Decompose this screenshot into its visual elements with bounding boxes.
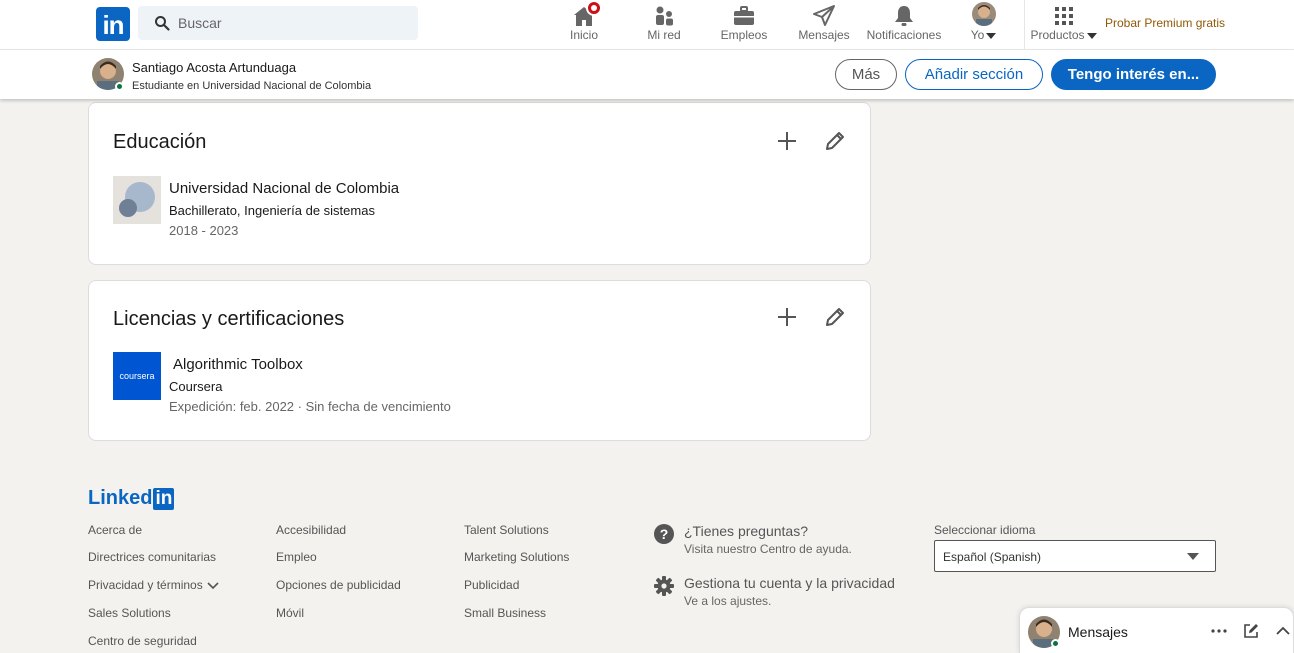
language-select[interactable]: Español (Spanish) (934, 540, 1216, 572)
footer-link-privacy[interactable]: Privacidad y términos (88, 578, 219, 592)
more-button[interactable]: Más (835, 59, 897, 90)
send-icon (813, 5, 835, 26)
messaging-label: Mensajes (1068, 624, 1128, 640)
compose-icon[interactable] (1242, 622, 1260, 640)
avatar-image (972, 2, 996, 26)
coursera-logo[interactable]: coursera (113, 352, 161, 400)
nav-jobs[interactable]: Empleos (714, 0, 774, 50)
nav-network-label: Mi red (647, 28, 681, 42)
chevron-up-icon[interactable] (1274, 622, 1292, 640)
footer-link-marketing[interactable]: Marketing Solutions (464, 550, 569, 564)
footer-link-privacy-text: Privacidad y términos (88, 578, 203, 592)
chevron-down-icon (207, 582, 219, 589)
certificate-name[interactable]: Algorithmic Toolbox (173, 356, 303, 373)
add-icon[interactable] (774, 304, 800, 330)
open-to-button[interactable]: Tengo interés en... (1051, 59, 1216, 90)
briefcase-icon (734, 6, 754, 25)
nav-messages[interactable]: Mensajes (794, 0, 854, 50)
gear-icon (654, 576, 674, 596)
nav-notifications-label: Notificaciones (866, 28, 942, 42)
footer-logo-box: in (153, 488, 175, 510)
edit-pencil-icon[interactable] (822, 128, 848, 154)
top-nav: in Inicio Mi red Empleos (0, 0, 1294, 50)
footer-account-title: Gestiona tu cuenta y la privacidad (684, 575, 895, 591)
search-input[interactable] (178, 6, 408, 40)
profile-name: Santiago Acosta Artunduaga (132, 60, 297, 75)
nav-me[interactable]: Yo (962, 0, 1006, 50)
more-options-icon[interactable] (1210, 622, 1228, 640)
footer-link-advertising[interactable]: Publicidad (464, 578, 519, 592)
nav-notifications[interactable]: Notificaciones (864, 0, 944, 50)
add-section-button[interactable]: Añadir sección (905, 59, 1043, 90)
search-icon (155, 16, 170, 31)
question-circle-icon: ? (654, 524, 674, 544)
education-title: Educación (113, 131, 207, 153)
footer-linkedin-logo[interactable]: Linked in (88, 487, 175, 511)
premium-link[interactable]: Probar Premium gratis (1105, 16, 1225, 30)
grid-icon (1055, 7, 1073, 25)
nav-home[interactable]: Inicio (554, 0, 614, 50)
footer-link-careers[interactable]: Empleo (276, 550, 317, 564)
svg-text:?: ? (660, 526, 669, 542)
nav-products-text: Productos (1030, 28, 1085, 42)
certificate-meta: Expedición: feb. 2022 · Sin fecha de ven… (169, 399, 451, 414)
language-label: Seleccionar idioma (934, 523, 1036, 537)
footer-link-talent[interactable]: Talent Solutions (464, 523, 549, 537)
online-status-dot (1051, 639, 1060, 648)
footer-link-about[interactable]: Acerca de (88, 523, 142, 537)
nav-products[interactable]: Productos (1028, 0, 1100, 50)
profile-sticky-bar: Santiago Acosta Artunduaga Estudiante en… (0, 50, 1294, 99)
nav-home-label: Inicio (569, 28, 598, 42)
caret-down-icon (1086, 32, 1097, 39)
school-logo[interactable] (113, 176, 161, 224)
messaging-bar[interactable]: Mensajes (1019, 607, 1294, 653)
nav-me-text: Yo (970, 28, 985, 42)
licenses-title: Licencias y certificaciones (113, 308, 345, 330)
school-name[interactable]: Universidad Nacional de Colombia (169, 180, 399, 197)
footer-link-guidelines[interactable]: Directrices comunitarias (88, 550, 216, 564)
nav-me-label: Yo (962, 28, 1006, 42)
footer-help-title: ¿Tienes preguntas? (684, 523, 808, 539)
education-dates: 2018 - 2023 (169, 223, 239, 238)
certificate-issuer: Coursera (169, 379, 223, 394)
profile-headline: Estudiante en Universidad Nacional de Co… (132, 80, 372, 92)
education-card: Educación Universidad Nacional de Colomb… (88, 102, 871, 265)
footer-logo-text: Linked (88, 487, 153, 509)
online-status-dot (115, 82, 124, 91)
caret-down-icon (986, 32, 997, 39)
nav-messages-label: Mensajes (798, 28, 850, 42)
nav-network[interactable]: Mi red (634, 0, 694, 50)
footer-account-sub: Ve a los ajustes. (684, 594, 772, 608)
footer-link-mobile[interactable]: Móvil (276, 606, 304, 620)
footer-help-sub: Visita nuestro Centro de ayuda. (684, 542, 852, 556)
edit-pencil-icon[interactable] (822, 304, 848, 330)
footer-link-safety[interactable]: Centro de seguridad (88, 634, 197, 648)
footer-link-ad-choices[interactable]: Opciones de publicidad (276, 578, 401, 592)
add-icon[interactable] (774, 128, 800, 154)
bell-icon (895, 6, 913, 26)
footer-link-small-business[interactable]: Small Business (464, 606, 546, 620)
linkedin-logo[interactable]: in (96, 7, 130, 41)
nav-avatar (972, 2, 996, 26)
licenses-card: Licencias y certificaciones coursera Alg… (88, 280, 871, 441)
people-icon (656, 6, 673, 26)
nav-jobs-label: Empleos (720, 28, 768, 42)
footer-link-accessibility[interactable]: Accesibilidad (276, 523, 346, 537)
search-box[interactable] (138, 6, 418, 40)
degree: Bachillerato, Ingeniería de sistemas (169, 203, 375, 218)
footer-link-sales[interactable]: Sales Solutions (88, 606, 171, 620)
notification-badge (586, 0, 602, 16)
nav-products-label: Productos (1028, 28, 1100, 42)
language-value: Español (Spanish) (943, 550, 1042, 564)
caret-down-icon (1187, 553, 1199, 560)
nav-divider (1024, 0, 1025, 50)
